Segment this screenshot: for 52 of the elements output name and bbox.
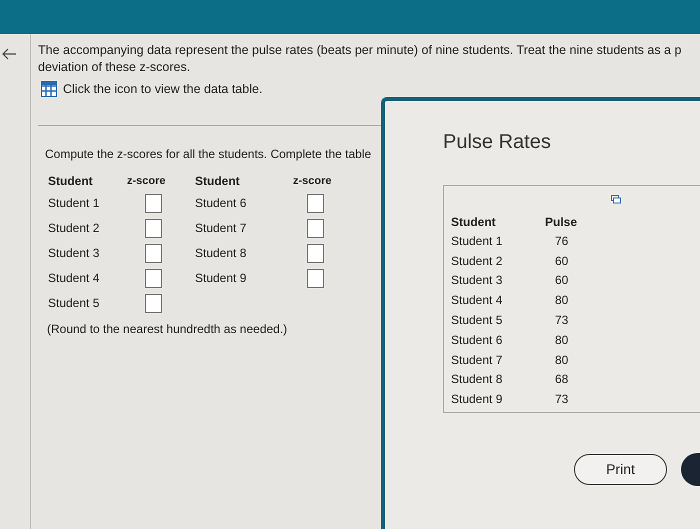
table-cell-text: Student 3: [451, 272, 504, 290]
table-cell-text: Student 1: [451, 232, 504, 250]
table-icon[interactable]: [41, 81, 57, 98]
student-label: Student 7: [195, 220, 248, 238]
student-label: Student 4: [47, 270, 100, 288]
print-button[interactable]: Print: [574, 454, 667, 485]
question-text: The accompanying data represent the pulse rates (beats per minute) of nine students. Treat the nine students as a p: [38, 42, 682, 59]
popup-title: Pulse Rates: [443, 130, 552, 155]
table-cell-text: 76: [555, 232, 568, 250]
answer-field[interactable]: [145, 194, 162, 213]
column-header: Student: [451, 214, 497, 231]
copy-icon[interactable]: [611, 195, 621, 204]
back-arrow-icon[interactable]: [2, 48, 16, 60]
instruction-text: Compute the z-scores for all the students. Complete the table: [45, 146, 372, 163]
answer-field[interactable]: [307, 268, 324, 288]
column-header: z-score: [127, 174, 166, 188]
student-label: Student 3: [47, 245, 100, 262]
table-cell-text: Student 7: [451, 352, 504, 369]
table-cell-text: 60: [555, 272, 568, 290]
answer-field[interactable]: [145, 268, 162, 288]
column-header: Student: [195, 172, 241, 190]
table-cell-text: 80: [555, 332, 568, 349]
student-label: Student 9: [195, 270, 248, 288]
table-cell-text: Student 6: [451, 332, 504, 349]
table-cell-text: Student 5: [451, 312, 504, 330]
table-cell-text: Student 9: [451, 391, 504, 408]
table-cell-text: 80: [555, 292, 568, 310]
student-label: Student 2: [47, 220, 100, 238]
table-cell-text: Student 2: [451, 252, 504, 270]
data-link[interactable]: Click the icon to view the data table.: [63, 80, 262, 99]
rounding-note: (Round to the nearest hundredth as needed.): [47, 320, 288, 338]
student-label: Student 5: [47, 295, 100, 312]
column-header: z-score: [293, 174, 332, 188]
table-cell-text: 73: [555, 312, 568, 330]
answer-field[interactable]: [307, 194, 324, 213]
answer-field[interactable]: [145, 244, 162, 263]
table-cell-text: 68: [555, 371, 568, 388]
column-header: Student: [47, 172, 94, 190]
column-header: Pulse: [545, 214, 578, 231]
table-cell-text: 80: [555, 352, 568, 369]
table-cell-text: 73: [555, 391, 568, 408]
student-label: Student 1: [47, 195, 100, 212]
table-cell-text: Student 8: [451, 371, 504, 388]
answer-field[interactable]: [307, 218, 324, 238]
question-text: deviation of these z-scores.: [38, 59, 192, 76]
student-label: Student 6: [195, 195, 248, 212]
answer-field[interactable]: [145, 218, 162, 238]
student-label: Student 8: [195, 245, 248, 262]
answer-field[interactable]: [145, 294, 162, 313]
table-cell-text: Student 4: [451, 292, 504, 310]
table-cell-text: 60: [555, 252, 568, 270]
answer-field[interactable]: [307, 244, 324, 263]
